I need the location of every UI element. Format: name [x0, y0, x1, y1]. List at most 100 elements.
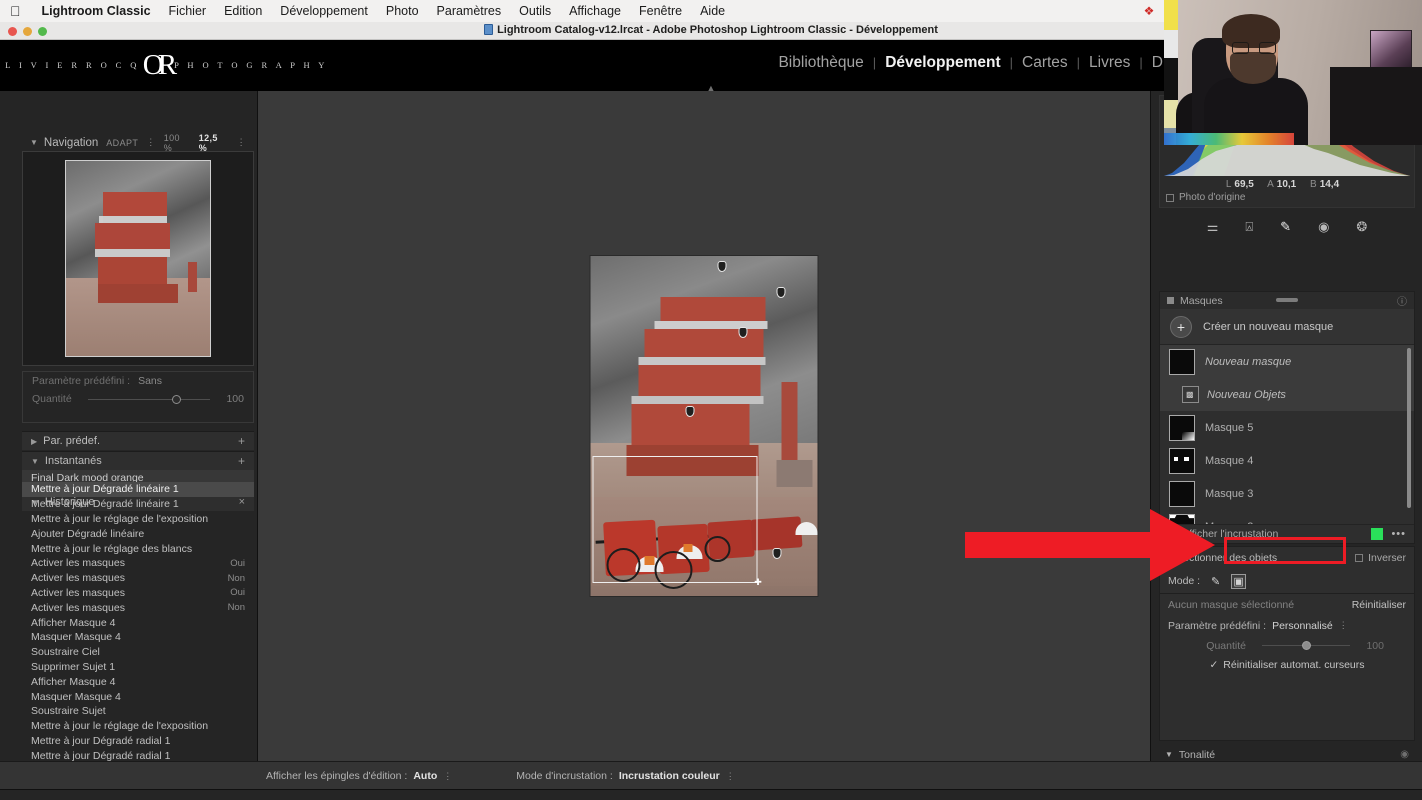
menu-fichier[interactable]: Fichier [160, 4, 216, 18]
info-icon[interactable]: ⓘ [1397, 293, 1407, 308]
masking-icon[interactable]: ❂ [1356, 220, 1367, 233]
image-canvas[interactable]: ✚ [258, 91, 1150, 761]
preset-quantity-knob[interactable] [171, 394, 181, 404]
photo-preview[interactable]: ✚ [590, 256, 818, 596]
history-item[interactable]: Masquer Masque 4 [22, 689, 254, 704]
overlay-more-icon[interactable]: ••• [1391, 528, 1406, 540]
basic-adjust-icon[interactable]: ⚌ [1207, 220, 1219, 233]
photo-monument [776, 460, 813, 488]
menu-edition[interactable]: Edition [215, 4, 271, 18]
zoom-100-label[interactable]: 100 % [164, 133, 191, 153]
auto-reset-sliders-row[interactable]: ✓ Réinitialiser automat. curseurs [1160, 655, 1414, 675]
menu-affichage[interactable]: Affichage [560, 4, 630, 18]
red-eye-icon[interactable]: ◉ [1318, 220, 1329, 233]
history-item[interactable]: Mettre à jour Dégradé linéaire 1 [22, 497, 254, 512]
history-item[interactable]: Masquer Masque 4 [22, 630, 254, 645]
develop-tool-strip: ⚌ ⍓ ✎ ◉ ❂ [1159, 213, 1415, 239]
navigator-preview[interactable] [22, 151, 254, 366]
snapshots-add-icon[interactable]: + [238, 454, 245, 468]
catalog-file-icon [484, 24, 494, 35]
create-new-mask-button[interactable]: + Créer un nouveau masque [1160, 309, 1414, 345]
menu-outils[interactable]: Outils [510, 4, 560, 18]
mask-thumbnail [1169, 348, 1195, 375]
history-item[interactable]: Activer les masques Oui [22, 556, 254, 571]
menu-developpement[interactable]: Développement [271, 4, 377, 18]
object-selection-rectangle[interactable] [592, 456, 758, 583]
zoom-fit-label[interactable]: ADAPT [106, 138, 138, 148]
mask-list-item[interactable]: Nouveau masque [1160, 345, 1414, 378]
zoom-stepper-1-icon[interactable]: ⋮ [146, 137, 155, 148]
mask-list-item[interactable]: ▩ Nouveau Objets [1160, 378, 1414, 411]
menu-app-name[interactable]: Lightroom Classic [33, 4, 160, 18]
invert-checkbox-icon[interactable] [1355, 554, 1364, 562]
edit-pin-3[interactable] [738, 327, 748, 339]
preset-row[interactable]: Paramètre prédéfini : Sans [23, 372, 253, 390]
identity-plate[interactable]: O L I V I E R R O C Q OR P H O T O G R A… [0, 48, 324, 82]
masks-panel-header[interactable]: Masques ⓘ [1160, 292, 1414, 309]
chevron-updown-icon[interactable]: ⋮ [443, 771, 452, 782]
menu-fenetre[interactable]: Fenêtre [630, 4, 691, 18]
menu-parametres[interactable]: Paramètres [428, 4, 511, 18]
crop-icon[interactable]: ⍓ [1245, 220, 1253, 233]
presets-header[interactable]: ▶ Par. prédef. + [22, 431, 254, 450]
edit-pin-5[interactable] [772, 548, 782, 560]
module-bibliotheque[interactable]: Bibliothèque [769, 54, 872, 72]
module-cartes[interactable]: Cartes [1013, 54, 1077, 72]
history-item[interactable]: Mettre à jour le réglage de l'exposition [22, 512, 254, 527]
edit-pin-4[interactable] [685, 405, 695, 417]
snapshots-header[interactable]: ▼ Instantanés + [22, 451, 254, 470]
zoom-stepper-2-icon[interactable]: ⋮ [237, 137, 246, 148]
history-item[interactable]: Afficher Masque 4 [22, 615, 254, 630]
mask-list-scrollbar[interactable] [1407, 348, 1411, 508]
history-item[interactable]: Ajouter Dégradé linéaire [22, 526, 254, 541]
module-livres[interactable]: Livres [1080, 54, 1139, 72]
photo-slab-2 [638, 356, 766, 366]
preset-quantity-slider[interactable] [87, 394, 210, 404]
chevron-updown-icon[interactable]: ⋮ [726, 771, 735, 782]
menu-photo[interactable]: Photo [377, 4, 428, 18]
edit-pin-2[interactable] [776, 286, 786, 298]
dropbox-icon[interactable]: ❖ [1136, 4, 1162, 18]
overlay-color-swatch[interactable] [1371, 528, 1384, 540]
history-item[interactable]: Activer les masques Oui [22, 586, 254, 601]
zoom-current-label[interactable]: 12,5 % [199, 133, 229, 153]
history-item[interactable]: Mettre à jour Dégradé radial 1 [22, 734, 254, 749]
history-item[interactable]: Mettre à jour le réglage de l'exposition [22, 719, 254, 734]
amount-slider-knob[interactable] [1302, 641, 1311, 650]
eye-icon[interactable]: ◉ [1400, 749, 1409, 760]
presets-add-icon[interactable]: + [238, 434, 245, 448]
history-item[interactable]: Activer les masques Non [22, 600, 254, 615]
apple-logo-icon[interactable]:  [10, 4, 21, 18]
invert-toggle[interactable]: Inverser [1355, 552, 1406, 564]
history-item[interactable]: Afficher Masque 4 [22, 674, 254, 689]
navigator-header[interactable]: ▼ Navigation ADAPT ⋮ 100 % 12,5 % ⋮ [22, 133, 254, 153]
mask-list-item[interactable]: Masque 5 [1160, 411, 1414, 444]
panel-grip-handle[interactable] [1276, 298, 1298, 302]
history-item[interactable]: Mettre à jour Dégradé linéaire 1 [22, 482, 254, 497]
mode-highlight-box [1224, 537, 1346, 564]
reset-link[interactable]: Réinitialiser [1352, 599, 1406, 611]
history-item[interactable]: Mettre à jour le réglage des blancs [22, 541, 254, 556]
history-list[interactable]: Mettre à jour Dégradé linéaire 1 Mettre à… [22, 482, 254, 800]
history-item[interactable]: Soustraire Sujet [22, 704, 254, 719]
checkbox-icon[interactable] [1166, 193, 1174, 202]
mask-list-item[interactable]: Masque 4 [1160, 444, 1414, 477]
menu-aide[interactable]: Aide [691, 4, 734, 18]
preset-value[interactable]: Sans [138, 375, 162, 387]
chevron-updown-icon[interactable]: ⋮ [1339, 620, 1348, 631]
effect-preset-value[interactable]: Personnalisé [1272, 620, 1333, 632]
show-edit-pins-value[interactable]: Auto [413, 770, 437, 782]
selection-handle-icon[interactable]: ✚ [754, 578, 763, 587]
history-item-label: Mettre à jour le réglage de l'exposition [31, 512, 209, 525]
preset-quantity-row[interactable]: Quantité 100 [23, 390, 253, 408]
amount-slider[interactable] [1262, 641, 1350, 650]
history-item[interactable]: Soustraire Ciel [22, 645, 254, 660]
lab-b-value: 14,4 [1319, 179, 1340, 190]
module-developpement[interactable]: Développement [876, 54, 1009, 72]
history-item[interactable]: Supprimer Sujet 1 [22, 660, 254, 675]
healing-brush-icon[interactable]: ✎ [1280, 220, 1291, 233]
original-photo-toggle[interactable]: Photo d'origine [1166, 192, 1245, 203]
history-item[interactable]: Activer les masques Non [22, 571, 254, 586]
overlay-mode-value[interactable]: Incrustation couleur [619, 770, 720, 782]
window-title-label: Lightroom Catalog-v12.lrcat - Adobe Phot… [497, 24, 938, 36]
